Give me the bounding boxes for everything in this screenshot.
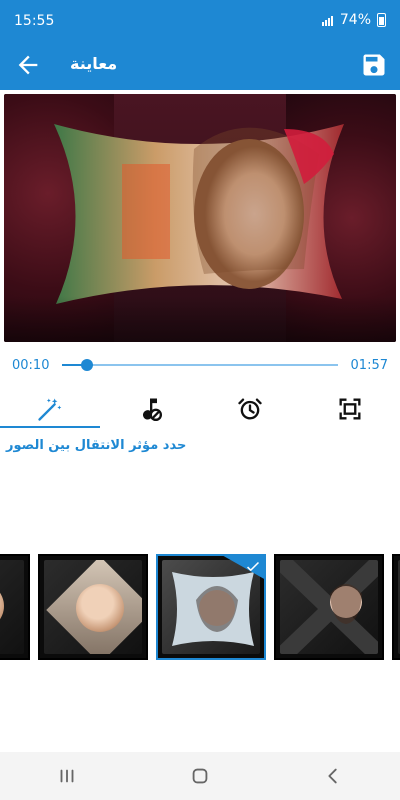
tab-duration[interactable] [200,392,300,426]
system-nav-bar [0,752,400,800]
thumb-face [76,584,124,632]
arrow-left-icon[interactable] [14,51,42,79]
status-time: 15:55 [14,13,55,29]
editor-tabs [0,392,400,428]
page-title: معاينة [70,54,118,73]
thumb-x-transition [280,560,378,654]
transition-thumb-2[interactable] [38,554,148,660]
seek-thumb[interactable] [80,359,93,371]
nav-recent-apps[interactable] [43,752,91,800]
transition-thumbnails [0,554,400,660]
thumb-warp-frame [172,572,254,646]
magic-wand-icon [38,398,62,421]
app-root: 15:55 74% معاينة 00:10 01:57 حدد مؤثر ال… [0,0,400,800]
tab-transition-effects[interactable] [0,392,100,428]
music-note-icon [143,398,163,422]
transition-thumb-1[interactable] [0,554,30,660]
recent-apps-icon [60,769,74,783]
app-bar: معاينة [0,40,400,90]
thumb-preview [162,560,260,654]
transition-thumb-4[interactable] [274,554,384,660]
current-time: 00:10 [12,358,50,373]
battery-percent: 74% [339,12,371,28]
thumb-face [0,582,4,630]
signal-icon [321,16,333,26]
nav-back[interactable] [309,752,357,800]
alarm-clock-icon [238,398,262,420]
transition-thumbnails-row [0,554,400,660]
save-icon[interactable] [360,51,388,79]
nav-home[interactable] [176,752,224,800]
tab-frame[interactable] [300,392,400,426]
thumb-preview [44,560,142,654]
transition-thumb-3[interactable] [156,554,266,660]
transition-thumb-5[interactable] [392,554,400,660]
thumb-preview [0,560,24,654]
video-preview[interactable] [4,94,396,342]
seek-bar-row: 00:10 01:57 [0,350,400,380]
status-right: 74% [321,12,386,28]
battery-icon [377,13,386,27]
status-bar: 15:55 74% [0,0,400,40]
total-time: 01:57 [350,358,388,373]
thumb-preview [280,560,378,654]
frame-icon [339,398,361,420]
transition-hint-text: حدد مؤثر الانتقال بين الصور [6,438,187,453]
preview-bottom-shade [4,296,396,342]
tab-music[interactable] [100,392,200,426]
seek-track[interactable] [62,359,338,371]
home-icon [192,768,208,784]
back-chevron-icon [328,768,337,784]
